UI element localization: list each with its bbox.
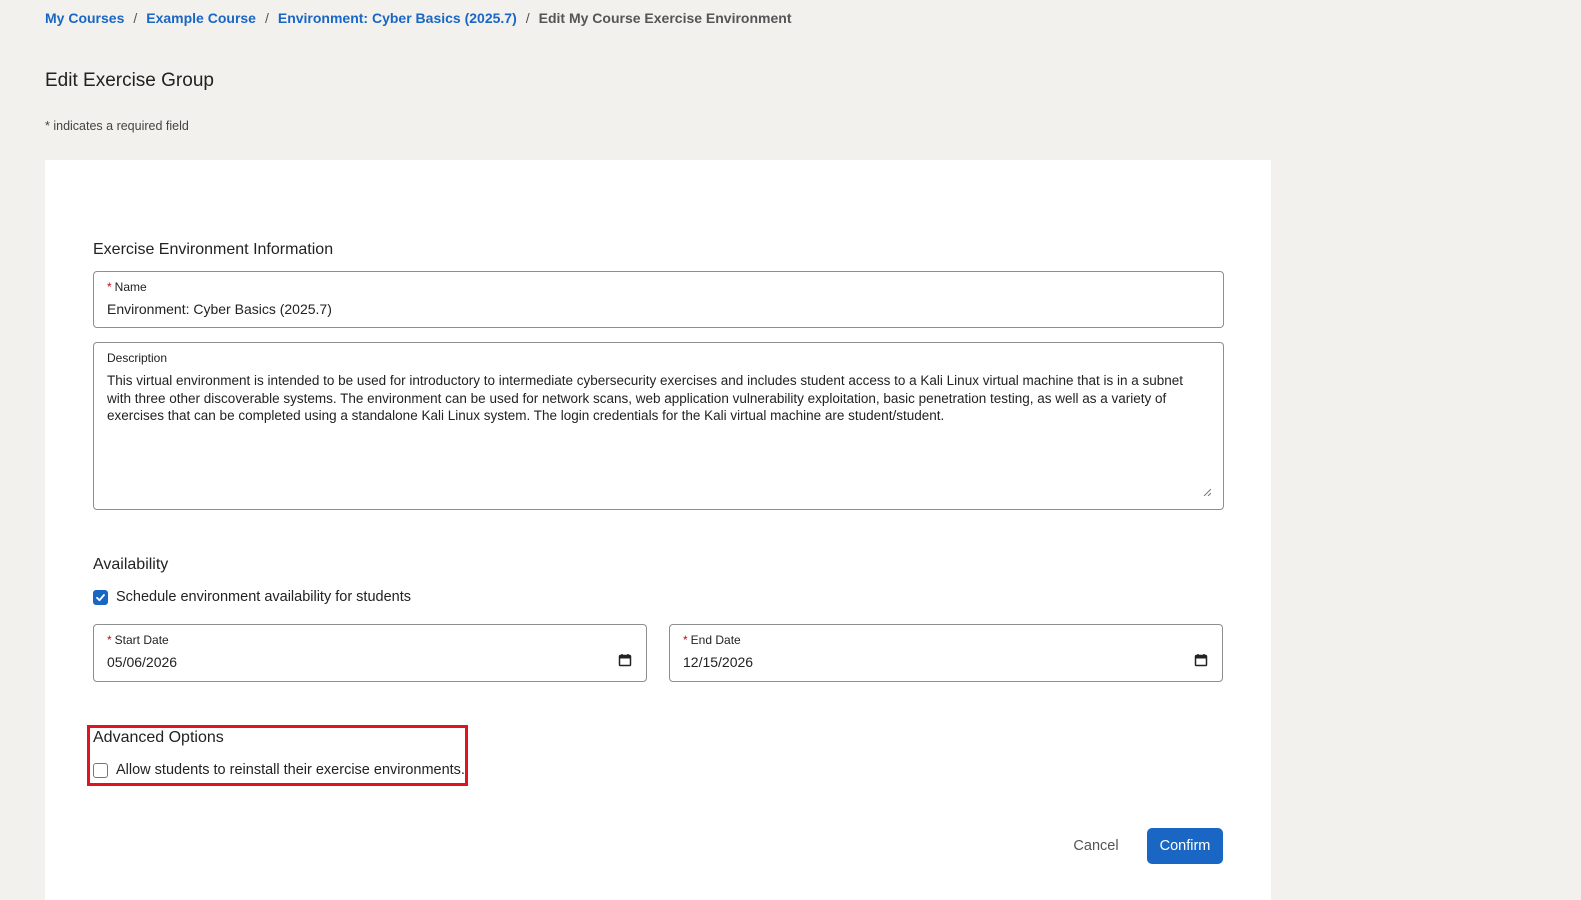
name-field[interactable]: * Name Environment: Cyber Basics (2025.7) bbox=[93, 271, 1224, 328]
schedule-availability-checkbox-row[interactable]: Schedule environment availability for st… bbox=[93, 589, 411, 605]
page-title: Edit Exercise Group bbox=[45, 70, 214, 91]
breadcrumb-separator: / bbox=[525, 10, 530, 26]
checkmark-icon bbox=[96, 593, 105, 601]
end-date-label: * End Date bbox=[683, 633, 741, 647]
end-date-field[interactable]: * End Date 12/15/2026 bbox=[669, 624, 1223, 682]
breadcrumb-example-course[interactable]: Example Course bbox=[146, 10, 256, 26]
start-date-label: * Start Date bbox=[107, 633, 169, 647]
breadcrumb: My Courses / Example Course / Environmen… bbox=[45, 10, 791, 26]
required-star: * bbox=[107, 633, 112, 647]
description-field[interactable]: Description This virtual environment is … bbox=[93, 342, 1224, 510]
exercise-environment-information-heading: Exercise Environment Information bbox=[93, 241, 334, 258]
advanced-options-heading: Advanced Options bbox=[93, 729, 224, 746]
name-input[interactable]: Environment: Cyber Basics (2025.7) bbox=[107, 301, 332, 317]
edit-form-card: Exercise Environment Information * Name E… bbox=[45, 160, 1271, 900]
breadcrumb-my-courses[interactable]: My Courses bbox=[45, 10, 124, 26]
reinstall-environments-checkbox[interactable] bbox=[93, 762, 108, 778]
reinstall-environments-label: Allow students to reinstall their exerci… bbox=[116, 762, 465, 778]
required-star: * bbox=[683, 633, 688, 647]
resize-grip-icon[interactable] bbox=[1203, 488, 1211, 496]
required-star: * bbox=[107, 280, 112, 294]
availability-heading: Availability bbox=[93, 556, 169, 573]
calendar-icon[interactable] bbox=[1194, 653, 1208, 667]
breadcrumb-environment[interactable]: Environment: Cyber Basics (2025.7) bbox=[278, 10, 517, 26]
description-label: Description bbox=[107, 351, 168, 365]
reinstall-checkbox-row[interactable]: Allow students to reinstall their exerci… bbox=[93, 762, 465, 778]
breadcrumb-separator: / bbox=[133, 10, 138, 26]
start-date-input[interactable]: 05/06/2026 bbox=[107, 654, 177, 670]
calendar-icon[interactable] bbox=[618, 653, 632, 667]
start-date-field[interactable]: * Start Date 05/06/2026 bbox=[93, 624, 647, 682]
end-date-input[interactable]: 12/15/2026 bbox=[683, 654, 753, 670]
name-label: * Name bbox=[107, 280, 147, 294]
schedule-availability-label: Schedule environment availability for st… bbox=[116, 589, 411, 605]
cancel-button[interactable]: Cancel bbox=[1063, 829, 1129, 863]
breadcrumb-current: Edit My Course Exercise Environment bbox=[538, 10, 792, 26]
schedule-availability-checkbox[interactable] bbox=[93, 589, 108, 605]
breadcrumb-separator: / bbox=[264, 10, 269, 26]
required-field-note: * indicates a required field bbox=[45, 119, 189, 133]
description-textarea[interactable]: This virtual environment is intended to … bbox=[107, 372, 1193, 425]
confirm-button[interactable]: Confirm bbox=[1147, 828, 1223, 864]
